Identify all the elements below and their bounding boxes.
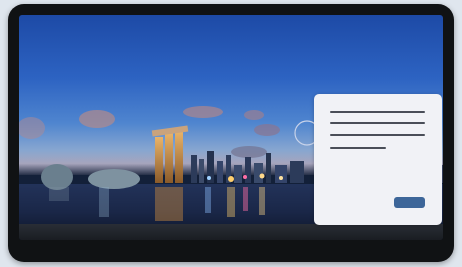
dialog-text-line-4	[330, 147, 386, 149]
dialog-window	[314, 94, 442, 225]
dialog-text-line-3	[330, 134, 425, 136]
dialog-text-line-2	[330, 122, 425, 124]
dialog-text-line-1	[330, 111, 425, 113]
desktop-screen	[19, 15, 443, 240]
monitor-bezel	[8, 4, 454, 262]
dialog-ok-button[interactable]	[394, 197, 425, 208]
taskbar	[19, 224, 443, 240]
